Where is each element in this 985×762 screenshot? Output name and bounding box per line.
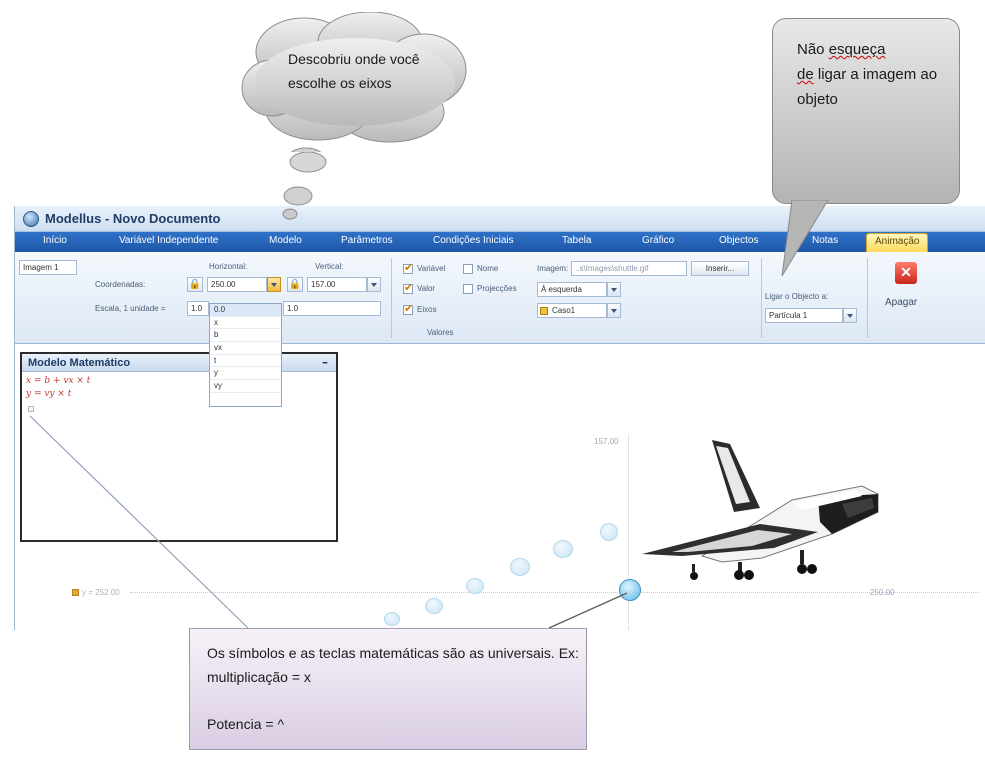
delete-icon[interactable]: ✕ bbox=[895, 262, 917, 284]
image-path-field[interactable]: ..s\Images\shuttle.gif bbox=[571, 261, 687, 276]
window-title: Modellus - Novo Documento bbox=[45, 211, 221, 226]
trail-marker bbox=[466, 578, 484, 594]
model-panel: Modelo Matemático – x = b + vx × t y = v… bbox=[20, 352, 338, 542]
horizontal-axis-value: 250.00 bbox=[870, 588, 895, 597]
ribbon-separator bbox=[867, 258, 868, 338]
horizontal-axis-select[interactable]: 250.00 bbox=[207, 277, 267, 292]
ligar-objeto-dropdown[interactable] bbox=[843, 308, 857, 323]
tab-parametros[interactable]: Parâmetros bbox=[341, 235, 393, 246]
eixos-label: Eixos bbox=[417, 305, 437, 314]
variable-swatch bbox=[72, 589, 79, 596]
tab-tabela[interactable]: Tabela bbox=[562, 235, 591, 246]
ligar-objeto-label: Ligar o Objecto a: bbox=[765, 292, 829, 301]
variavel-label: Variável bbox=[417, 264, 446, 273]
case-dropdown[interactable] bbox=[607, 303, 621, 318]
image-position-select[interactable]: À esquerda bbox=[537, 282, 607, 297]
dropdown-option[interactable]: 0.0 bbox=[210, 304, 281, 317]
reminder-callout-text: Não esqueça de ligar a imagem ao objeto bbox=[797, 37, 947, 112]
dropdown-option[interactable]: x bbox=[210, 317, 281, 330]
model-panel-header: Modelo Matemático – bbox=[22, 354, 336, 372]
valor-checkbox[interactable] bbox=[403, 281, 413, 294]
dropdown-option[interactable]: t bbox=[210, 355, 281, 368]
dropdown-option[interactable]: b bbox=[210, 329, 281, 343]
horizontal-axis-line bbox=[130, 592, 980, 593]
spellcheck-word: esqueça bbox=[828, 41, 886, 58]
imagem-label: Imagem: bbox=[537, 264, 569, 273]
equation-x[interactable]: x = b + vx × t bbox=[26, 376, 90, 386]
vertical-axis-value: 157.00 bbox=[594, 437, 619, 446]
scale-label: Escala, 1 unidade = bbox=[95, 304, 166, 313]
vertical-axis-select[interactable]: 157.00 bbox=[307, 277, 367, 292]
equation-input-cursor[interactable] bbox=[28, 406, 34, 412]
reminder-word: Não bbox=[797, 41, 825, 58]
apagar-button[interactable]: Apagar bbox=[885, 297, 917, 308]
tab-inicio[interactable]: Início bbox=[43, 235, 67, 246]
reminder-callout-tail bbox=[781, 200, 829, 277]
symbols-callout-text: Os símbolos e as teclas matemáticas são … bbox=[207, 645, 579, 685]
reminder-rest: ligar a imagem ao objeto bbox=[797, 66, 938, 108]
tab-grafico[interactable]: Gráfico bbox=[642, 235, 674, 246]
space-shuttle-image[interactable] bbox=[642, 438, 882, 582]
equation-y[interactable]: y = vy × t bbox=[26, 389, 71, 399]
valores-group-label: Valores bbox=[427, 328, 454, 337]
inserir-button[interactable]: Inserir... bbox=[691, 261, 749, 276]
thought-cloud-tail bbox=[282, 152, 327, 220]
trail-marker bbox=[510, 558, 530, 576]
tab-modelo[interactable]: Modelo bbox=[269, 235, 302, 246]
horizontal-label: Horizontal: bbox=[209, 262, 248, 271]
power-callout-text: Potencia = ^ bbox=[207, 716, 285, 732]
vertical-dropdown-button[interactable] bbox=[367, 277, 381, 292]
tab-animacao[interactable]: Animação bbox=[866, 233, 929, 252]
vertical-label: Vertical: bbox=[315, 262, 344, 271]
dropdown-option[interactable]: vy bbox=[210, 380, 281, 393]
tab-variavel-independente[interactable]: Variável Independente bbox=[119, 235, 218, 246]
scale-horizontal-field[interactable]: 1.0 bbox=[187, 301, 209, 316]
variavel-checkbox[interactable] bbox=[403, 261, 413, 274]
dropdown-option[interactable]: y bbox=[210, 367, 281, 381]
object-name-field[interactable]: Imagem 1 bbox=[19, 260, 77, 275]
lock-vertical-button[interactable]: 🔒 bbox=[287, 277, 303, 292]
screenshot-stage: Modellus - Novo Documento Início Variáve… bbox=[0, 0, 985, 762]
minimize-button[interactable]: – bbox=[322, 355, 328, 369]
coordinates-label: Coordenadas: bbox=[95, 280, 146, 289]
case-color-swatch bbox=[540, 307, 548, 315]
trail-marker bbox=[425, 598, 443, 614]
lock-horizontal-button[interactable]: 🔒 bbox=[187, 277, 203, 292]
dropdown-option[interactable]: vx bbox=[210, 342, 281, 355]
scale-vertical-field[interactable]: 1.0 bbox=[283, 301, 381, 316]
valor-label: Valor bbox=[417, 284, 436, 293]
projeccoes-label: Projecções bbox=[477, 284, 517, 293]
trail-marker bbox=[553, 540, 573, 558]
tab-objectos[interactable]: Objectos bbox=[719, 235, 758, 246]
horizontal-dropdown-button[interactable] bbox=[267, 277, 281, 292]
variable-value-label: y = 252.00 bbox=[82, 588, 120, 597]
lock-icon: 🔒 bbox=[188, 279, 202, 290]
ribbon-separator bbox=[761, 258, 762, 338]
cloud-callout-text: Descobriu onde você escolhe os eixos bbox=[288, 51, 420, 91]
spellcheck-word: de bbox=[797, 66, 814, 83]
projeccoes-checkbox[interactable] bbox=[463, 284, 473, 294]
trail-marker bbox=[600, 523, 618, 541]
ribbon-separator bbox=[391, 258, 392, 338]
particle-object[interactable] bbox=[619, 579, 641, 601]
eixos-checkbox[interactable] bbox=[403, 302, 413, 315]
horizontal-axis-options: 0.0 x b vx t y vy bbox=[209, 303, 282, 407]
case-select-label: Caso1 bbox=[552, 306, 576, 315]
trail-marker bbox=[384, 612, 400, 626]
nome-checkbox[interactable] bbox=[463, 264, 473, 274]
tab-condicoes-iniciais[interactable]: Condições Iniciais bbox=[433, 235, 514, 246]
app-logo-icon bbox=[23, 211, 39, 227]
nome-label: Nome bbox=[477, 264, 499, 273]
lock-icon: 🔒 bbox=[288, 279, 302, 290]
image-position-dropdown[interactable] bbox=[607, 282, 621, 297]
model-panel-title: Modelo Matemático bbox=[28, 357, 131, 369]
ligar-objeto-select[interactable]: Partícula 1 bbox=[765, 308, 843, 323]
